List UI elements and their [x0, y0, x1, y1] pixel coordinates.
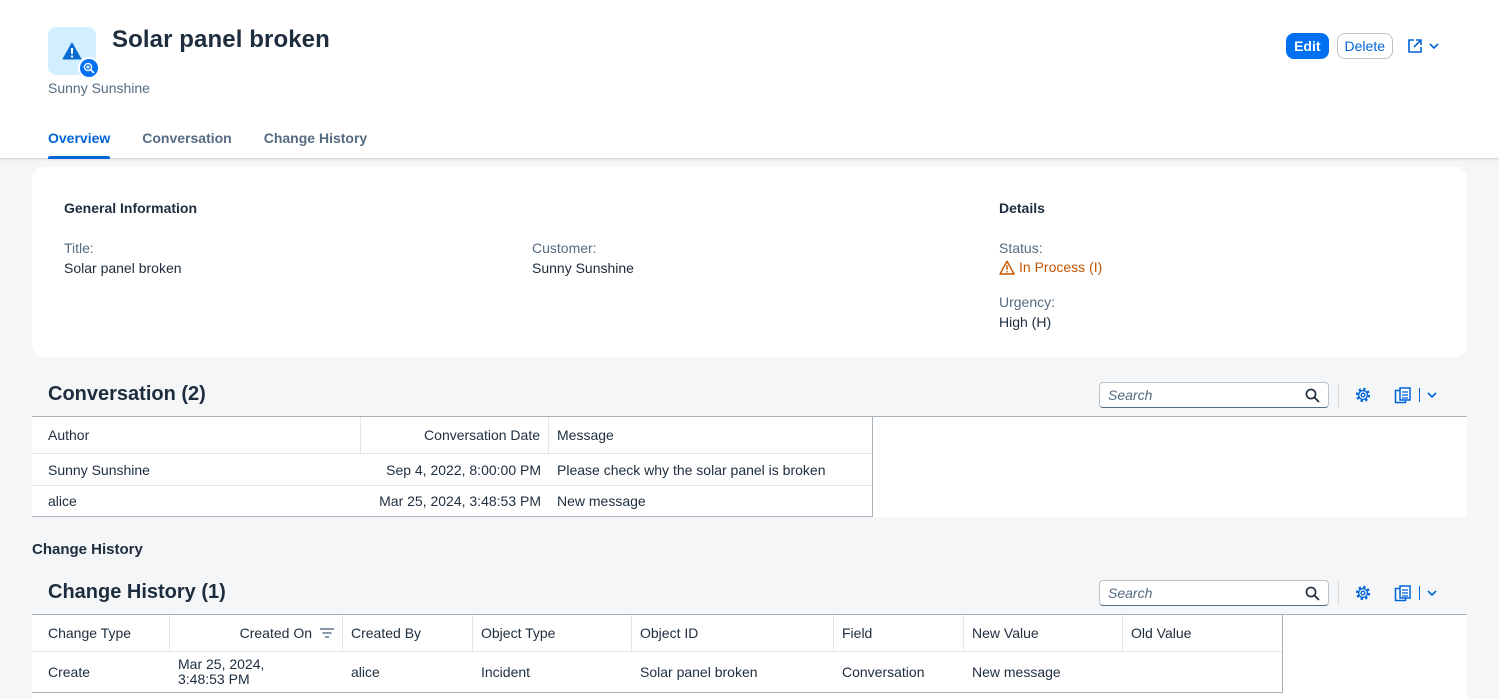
created-on-cell: Mar 25, 2024, 3:48:53 PM	[170, 652, 343, 692]
change-history-search-input[interactable]: Search	[1099, 580, 1329, 606]
column-header-author[interactable]: Author	[32, 417, 361, 453]
customer-value: Sunny Sunshine	[532, 260, 634, 276]
column-header-created-by[interactable]: Created By	[343, 615, 473, 651]
gear-icon	[1355, 387, 1371, 403]
column-header-old-value[interactable]: Old Value	[1123, 615, 1282, 651]
date-cell: Sep 4, 2022, 8:00:00 PM	[386, 461, 541, 478]
column-header-created-on[interactable]: Created On	[170, 615, 343, 651]
share-menu-button[interactable]	[1401, 33, 1445, 59]
table-row[interactable]: Sunny Sunshine Sep 4, 2022, 8:00:00 PM P…	[32, 454, 872, 486]
status-text: In Process (I)	[1019, 259, 1103, 275]
date-cell: Mar 25, 2024, 3:48:53 PM	[379, 493, 541, 509]
settings-button[interactable]	[1354, 386, 1372, 404]
menu-divider	[1419, 586, 1420, 600]
tab-overview[interactable]: Overview	[48, 118, 111, 159]
old-value-cell	[1123, 652, 1282, 692]
gear-icon	[1355, 585, 1371, 601]
created-by-cell: alice	[351, 664, 380, 680]
column-header-object-id[interactable]: Object ID	[632, 615, 834, 651]
tab-bar: Overview Conversation Change History	[48, 118, 399, 159]
details-heading: Details	[999, 200, 1045, 216]
search-icon[interactable]	[1305, 586, 1320, 601]
created-on-time: 3:48:53 PM	[178, 671, 250, 687]
message-cell: New message	[557, 493, 646, 509]
column-header-field[interactable]: Field	[834, 615, 964, 651]
edit-button[interactable]: Edit	[1286, 33, 1329, 59]
object-id-cell: Solar panel broken	[640, 664, 758, 680]
warning-icon	[999, 260, 1015, 275]
table-row[interactable]: alice Mar 25, 2024, 3:48:53 PM New messa…	[32, 486, 872, 517]
table-end-border	[1282, 615, 1283, 693]
created-on-date: Mar 25, 2024,	[178, 656, 265, 672]
title-label: Title:	[64, 240, 94, 256]
column-header-conversation-date[interactable]: Conversation Date	[361, 417, 549, 453]
overview-card: General Information Title: Solar panel b…	[32, 167, 1467, 357]
table-header-row: Change Type Created On Created By Object…	[32, 615, 1282, 652]
export-menu-button[interactable]	[1394, 386, 1437, 404]
urgency-label: Urgency:	[999, 294, 1056, 310]
message-cell: Please check why the solar panel is brok…	[557, 461, 826, 478]
customer-label: Customer:	[532, 240, 597, 256]
column-header-change-type[interactable]: Change Type	[32, 615, 170, 651]
conversation-title: Conversation (2)	[48, 383, 206, 405]
object-type-cell: Incident	[481, 664, 531, 680]
conversation-table: Author Conversation Date Message Sunny S…	[32, 416, 1467, 517]
status-value: In Process (I)	[999, 259, 1102, 275]
tab-change-history[interactable]: Change History	[264, 118, 367, 159]
title-value: Solar panel broken	[64, 260, 182, 276]
delete-button[interactable]: Delete	[1336, 33, 1393, 59]
change-history-title: Change History (1)	[48, 581, 226, 603]
author-cell: alice	[48, 493, 77, 509]
toolbar-separator	[1338, 581, 1339, 605]
search-placeholder: Search	[1108, 387, 1153, 403]
share-icon	[1408, 39, 1422, 53]
general-information-heading: General Information	[64, 200, 198, 216]
chevron-down-icon	[1429, 43, 1439, 50]
column-header-object-type[interactable]: Object Type	[473, 615, 632, 651]
created-on-label: Created On	[239, 625, 312, 641]
page-title: Solar panel broken	[112, 26, 330, 53]
column-header-message[interactable]: Message	[549, 417, 872, 453]
warning-icon	[62, 42, 82, 60]
search-icon[interactable]	[1305, 388, 1320, 403]
table-header-row: Author Conversation Date Message	[32, 417, 872, 454]
table-row[interactable]: Create Mar 25, 2024, 3:48:53 PM alice In…	[32, 652, 1282, 693]
export-spreadsheet-icon	[1394, 387, 1411, 404]
urgency-value: High (H)	[999, 314, 1052, 330]
chevron-down-icon	[1427, 392, 1437, 399]
change-type-cell: Create	[48, 664, 91, 680]
change-history-table: Change Type Created On Created By Object…	[32, 614, 1467, 699]
header-actions: Edit Delete	[1286, 33, 1445, 59]
column-header-new-value[interactable]: New Value	[964, 615, 1123, 651]
zoom-in-icon[interactable]	[78, 57, 100, 79]
author-cell: Sunny Sunshine	[48, 461, 150, 478]
sort-icon	[320, 628, 334, 638]
status-label: Status:	[999, 240, 1043, 256]
change-history-section-label: Change History	[32, 541, 143, 558]
export-menu-button[interactable]	[1394, 584, 1437, 602]
page-subtitle: Sunny Sunshine	[48, 80, 150, 96]
avatar	[48, 27, 100, 79]
conversation-search-input[interactable]: Search	[1099, 382, 1329, 408]
table-end-border	[872, 417, 873, 517]
new-value-cell: New message	[972, 664, 1061, 680]
settings-button[interactable]	[1354, 584, 1372, 602]
export-spreadsheet-icon	[1394, 585, 1411, 602]
object-page-header: Solar panel broken Sunny Sunshine Edit D…	[0, 0, 1499, 159]
menu-divider	[1419, 388, 1420, 402]
toolbar-separator	[1338, 383, 1339, 407]
tab-conversation[interactable]: Conversation	[142, 118, 231, 159]
chevron-down-icon	[1427, 590, 1437, 597]
field-cell: Conversation	[842, 664, 925, 680]
search-placeholder: Search	[1108, 585, 1153, 601]
